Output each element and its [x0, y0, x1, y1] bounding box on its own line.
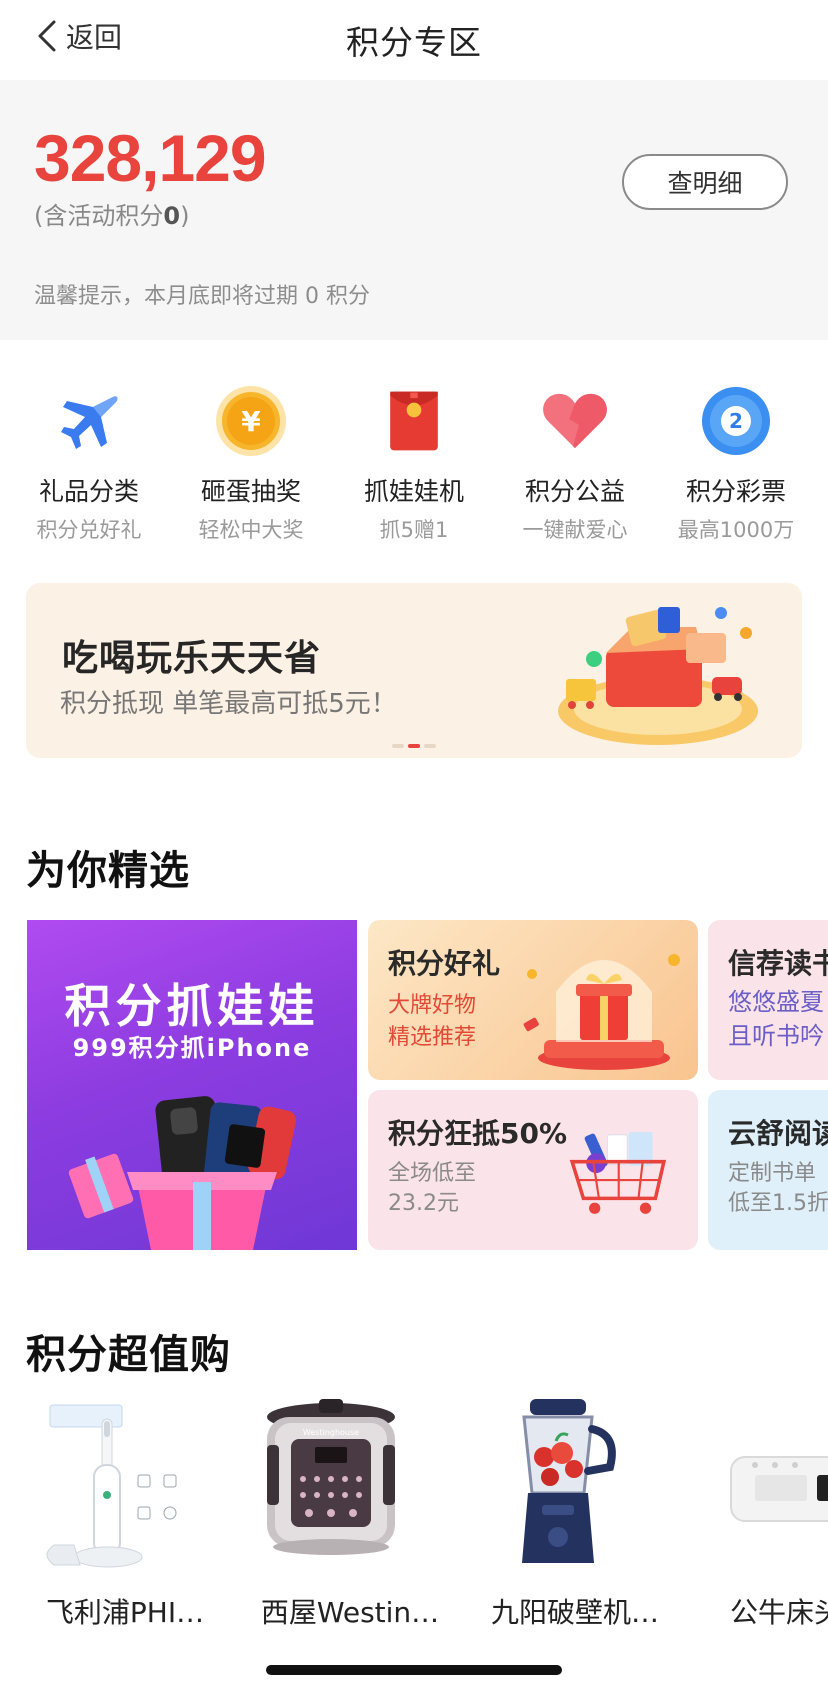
tile-title: 云舒阅读	[728, 1117, 828, 1150]
product-card[interactable]: 飞利浦PHI…	[20, 1395, 230, 1631]
category-egg-lottery[interactable]: ¥ 砸蛋抽奖 轻松中大奖	[170, 370, 332, 544]
tile-line-2: 23.2元	[388, 1191, 459, 1216]
category-label: 礼品分类	[38, 477, 139, 506]
coin-symbol: ¥	[241, 405, 261, 438]
blender-image	[522, 1399, 616, 1563]
banner-subtitle: 积分抵现 单笔最高可抵5元！	[60, 689, 397, 719]
book-recommend-tile[interactable]: 信荐读书 悠悠盛夏 且听书吟	[708, 920, 828, 1080]
tile-line-1: 全场低至	[388, 1161, 477, 1186]
expiry-tip: 温馨提示，本月底即将过期 0 积分	[34, 284, 370, 309]
category-sub: 最高1000万	[677, 518, 795, 542]
claw-doll-promo[interactable]: 积分抓娃娃 999积分抓iPhone	[27, 920, 357, 1250]
category-sub: 轻松中大奖	[198, 518, 304, 542]
product-card[interactable]: 公牛床头…	[695, 1395, 828, 1631]
category-gift[interactable]: 礼品分类 积分兑好礼	[8, 370, 170, 544]
category-grid: 礼品分类 积分兑好礼 ¥ 砸蛋抽奖 轻松中大奖 抓娃娃机 抓5赠1 积分公益 一…	[0, 370, 828, 550]
page-title: 积分专区	[346, 23, 482, 62]
view-details-button[interactable]: 查明细	[622, 154, 788, 210]
quality-gifts-tile[interactable]: 积分好礼 大牌好物 精选推荐	[368, 920, 698, 1080]
gift-box-phones-illustration	[68, 1096, 297, 1250]
tile-line-2: 精选推荐	[388, 1025, 477, 1050]
category-claw-machine[interactable]: 抓娃娃机 抓5赠1	[333, 370, 495, 544]
claw-promo-title: 积分抓娃娃	[64, 979, 320, 1033]
product-card[interactable]: Westinghouse 西屋Westin…	[245, 1395, 455, 1631]
product-name: 飞利浦PHI…	[45, 1596, 205, 1629]
tile-line-1: 悠悠盛夏	[728, 988, 824, 1016]
tile-title: 积分好礼	[388, 947, 501, 980]
tile-title: 信荐读书	[728, 947, 828, 980]
product-card[interactable]: 九阳破壁机…	[470, 1395, 680, 1631]
pressure-cooker-image: Westinghouse	[267, 1399, 395, 1555]
page-dot	[392, 744, 404, 748]
category-lottery[interactable]: 2 积分彩票 最高1000万	[655, 370, 817, 544]
electric-toothbrush-image	[46, 1404, 177, 1568]
category-sub: 积分兑好礼	[36, 518, 142, 542]
tile-line-1: 定制书单	[728, 1161, 817, 1186]
shopping-cart-icon	[569, 1132, 667, 1214]
claw-promo-subtitle: 999积分抓iPhone	[72, 1034, 312, 1062]
points-summary: 328,129 (含活动积分0) 查明细 温馨提示，本月底即将过期 0 积分	[0, 80, 828, 340]
points-zone-page: 返回 积分专区 328,129 (含活动积分0) 查明细 温馨提示，本月底即将过…	[0, 0, 828, 1696]
tile-line-2: 且听书吟	[728, 1022, 824, 1050]
activity-points-value: 0	[163, 202, 181, 230]
cooker-brand-text: Westinghouse	[303, 1428, 359, 1437]
category-label: 积分公益	[524, 477, 625, 506]
product-name: 公牛床头…	[729, 1596, 828, 1629]
lottery-ball-icon: 2	[697, 382, 775, 460]
activity-points-note: (含活动积分0)	[34, 196, 189, 231]
page-dot	[424, 744, 436, 748]
product-name: 九阳破壁机…	[490, 1596, 659, 1629]
category-charity[interactable]: 积分公益 一键献爱心	[494, 370, 656, 544]
tile-line-2: 低至1.5折	[728, 1191, 828, 1216]
activity-points-prefix: (含活动积分	[34, 202, 164, 230]
tile-line-1: 大牌好物	[388, 993, 477, 1018]
product-name: 西屋Westin…	[260, 1596, 440, 1629]
power-strip-image	[730, 1456, 828, 1522]
gold-coin-icon: ¥	[212, 382, 290, 460]
activity-points-suffix: )	[180, 202, 190, 230]
category-label: 砸蛋抽奖	[200, 477, 301, 506]
deals-section-title: 积分超值购	[26, 1332, 231, 1378]
banner-page-indicator	[26, 744, 802, 748]
promo-banner[interactable]: 吃喝玩乐天天省 积分抵现 单笔最高可抵5元！	[26, 583, 802, 758]
nav-bar: 返回 积分专区	[0, 0, 828, 80]
category-sub: 抓5赠1	[379, 518, 449, 542]
points-discount-tile[interactable]: 积分狂抵50% 全场低至 23.2元	[368, 1090, 698, 1250]
red-envelope-icon	[375, 382, 453, 460]
category-sub: 一键献爱心	[522, 518, 628, 542]
category-label: 抓娃娃机	[363, 477, 464, 506]
heart-icon	[536, 382, 614, 460]
category-label: 积分彩票	[685, 477, 786, 506]
shopping-illustration	[558, 607, 758, 745]
gift-dome-illustration	[523, 954, 680, 1070]
page-dot-active	[408, 744, 420, 748]
points-balance: 328,129	[34, 121, 267, 195]
banner-title: 吃喝玩乐天天省	[62, 638, 322, 679]
picks-section-title: 为你精选	[26, 848, 190, 894]
airplane-icon	[50, 382, 128, 460]
lottery-ball-number: 2	[729, 409, 743, 433]
reading-tile[interactable]: 云舒阅读 定制书单 低至1.5折	[708, 1090, 828, 1250]
home-indicator	[266, 1665, 562, 1675]
tile-title: 积分狂抵50%	[388, 1117, 568, 1150]
